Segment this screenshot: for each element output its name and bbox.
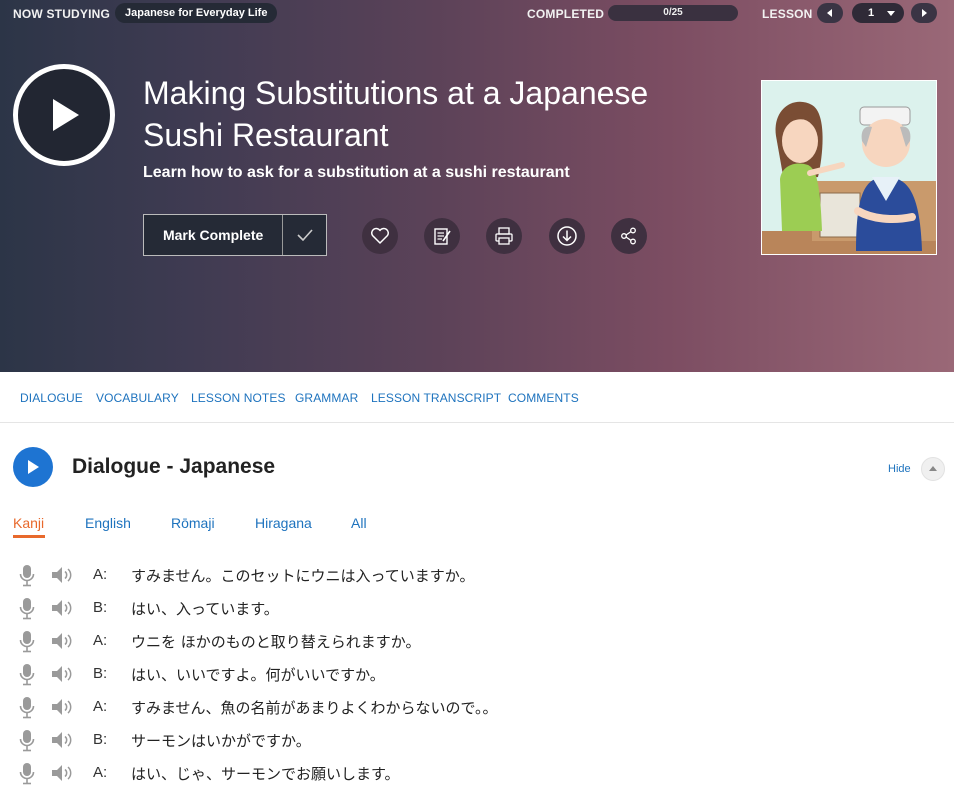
dialogue-line: A: すみません。このセットにウニは入っていますか。 [0,560,954,593]
completed-label: COMPLETED [527,7,605,21]
download-icon [557,226,577,246]
lesson-number: 1 [868,7,875,19]
dialogue-line: B: はい、いいですよ。何がいいですか。 [0,659,954,692]
mode-tab-english[interactable]: English [85,515,131,531]
active-mode-indicator [13,535,45,538]
tab-comments[interactable]: COMMENTS [508,391,579,405]
now-studying-label: NOW STUDYING [13,7,111,21]
lesson-section-tabs: DIALOGUE VOCABULARY LESSON NOTES GRAMMAR… [0,372,954,423]
mode-tab-hiragana[interactable]: Hiragana [255,515,312,531]
dialogue-title: Dialogue - Japanese [72,455,276,478]
notes-button[interactable] [424,218,460,254]
speaker-icon[interactable] [51,665,75,688]
heart-icon [371,227,389,244]
tab-grammar[interactable]: GRAMMAR [295,391,358,405]
dialogue-line-text: はい、入っています。 [131,600,279,618]
speaker-label: B: [93,731,108,748]
favorite-button[interactable] [362,218,398,254]
mark-complete-label: Mark Complete [162,227,264,243]
speaker-icon[interactable] [51,698,75,721]
lesson-subtitle: Learn how to ask for a substitution at a… [143,164,570,181]
tab-lesson-notes[interactable]: LESSON NOTES [191,391,286,405]
mode-tab-all[interactable]: All [351,515,367,531]
speaker-icon[interactable] [51,632,75,655]
course-name-link[interactable]: Japanese for Everyday Life [115,3,278,23]
download-button[interactable] [549,218,585,254]
mark-complete-button[interactable]: Mark Complete [143,214,327,256]
dialogue-line-text: はい、いいですよ。何がいいですか。 [131,666,385,684]
dialogue-line-text: すみません。このセットにウニは入っていますか。 [131,567,475,585]
play-icon [53,99,79,131]
previous-lesson-button[interactable] [817,3,843,23]
speaker-label: A: [93,566,108,583]
speaker-label: A: [93,698,108,715]
lesson-play-button[interactable] [13,64,115,166]
speaker-icon[interactable] [51,566,75,589]
print-button[interactable] [486,218,522,254]
microphone-icon[interactable] [18,597,36,626]
speaker-label: B: [93,599,108,616]
lesson-label: LESSON [762,7,813,21]
mode-tab-kanji[interactable]: Kanji [13,515,44,531]
dialogue-line: B: サーモンはいかがですか。 [0,725,954,758]
mode-tab-romaji[interactable]: Rōmaji [171,515,215,531]
tab-vocabulary[interactable]: VOCABULARY [96,391,179,405]
speaker-label: A: [93,632,108,649]
lesson-number-select[interactable]: 1 [852,3,904,23]
print-icon [495,227,513,245]
progress-text: 0/25 [663,7,683,18]
chevron-down-icon [887,11,895,16]
dialogue-line: A: ウニを ほかのものと取り替えられますか。 [0,626,954,659]
dialogue-line-text: すみません、魚の名前があまりよくわからないので。。 [131,699,498,717]
dialogue-line: B: はい、入っています。 [0,593,954,626]
dialogue-line-text: サーモンはいかがですか。 [131,732,311,750]
chevron-right-icon [922,9,927,17]
play-icon [28,460,39,474]
hide-dialogue-link[interactable]: Hide [888,463,911,475]
chevron-left-icon [827,9,832,17]
speaker-label: B: [93,665,108,682]
tab-lesson-transcript[interactable]: LESSON TRANSCRIPT [371,391,501,405]
checkmark-icon [282,215,326,255]
speaker-icon[interactable] [51,764,75,787]
completion-progress: 0/25 [608,5,738,21]
share-button[interactable] [611,218,647,254]
top-bar: NOW STUDYING Japanese for Everyday Life … [0,0,954,27]
microphone-icon[interactable] [18,630,36,659]
dialogue-line-text: はい、じゃ、サーモンでお願いします。 [131,765,400,783]
microphone-icon[interactable] [18,564,36,593]
microphone-icon[interactable] [18,663,36,692]
speaker-icon[interactable] [51,731,75,754]
speaker-label: A: [93,764,108,781]
dialogue-play-button[interactable] [13,447,53,487]
dialogue-line-text: ウニを ほかのものと取り替えられますか。 [131,633,421,651]
collapse-button[interactable] [921,457,945,481]
share-icon [621,227,636,245]
lesson-illustration [761,80,937,255]
tab-dialogue[interactable]: DIALOGUE [20,391,83,405]
microphone-icon[interactable] [18,729,36,758]
lesson-title: Making Substitutions at a Japanese Sushi… [143,75,649,153]
notes-icon [434,228,451,245]
microphone-icon[interactable] [18,696,36,725]
speaker-icon[interactable] [51,599,75,622]
next-lesson-button[interactable] [911,3,937,23]
dialogue-line: A: すみません、魚の名前があまりよくわからないので。。 [0,692,954,725]
chevron-up-icon [929,466,937,471]
dialogue-line: A: はい、じゃ、サーモンでお願いします。 [0,758,954,791]
lesson-header: NOW STUDYING Japanese for Everyday Life … [0,0,954,372]
microphone-icon[interactable] [18,762,36,791]
